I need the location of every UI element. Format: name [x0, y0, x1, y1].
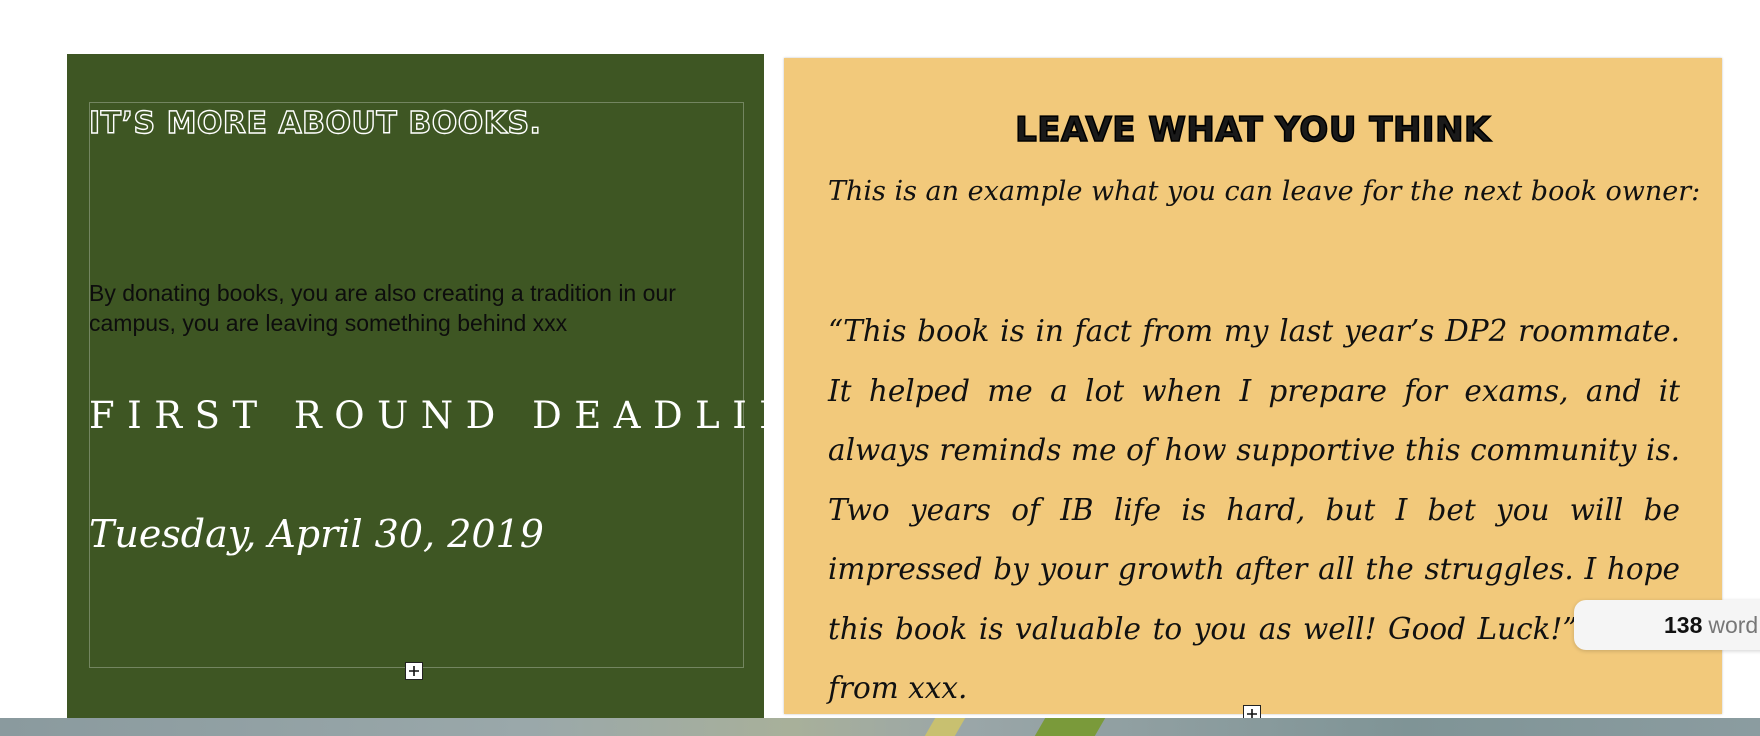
deadline-label[interactable]: FIRST ROUND DEADLINE: [89, 394, 869, 437]
left-heading[interactable]: IT’S MORE ABOUT BOOKS. [88, 105, 541, 141]
wallpaper-shape [924, 718, 966, 736]
word-count-number: 138 [1664, 611, 1703, 638]
wallpaper-shape [1034, 718, 1106, 736]
word-count-label: word [1708, 611, 1759, 638]
desktop-wallpaper-strip [0, 718, 1760, 736]
plus-square-icon[interactable] [405, 662, 423, 680]
text-box-frame[interactable] [89, 102, 744, 668]
example-quote[interactable]: “This book is in fact from my last year’… [828, 302, 1680, 719]
left-body-text[interactable]: By donating books, you are also creating… [89, 278, 739, 338]
word-count-badge[interactable]: 138 word [1574, 600, 1760, 650]
right-intro-text[interactable]: This is an example what you can leave fo… [828, 176, 1700, 207]
green-section: IT’S MORE ABOUT BOOKS. By donating books… [67, 54, 856, 720]
right-heading[interactable]: LEAVE WHAT YOU THINK [784, 109, 1722, 151]
deadline-date[interactable]: Tuesday, April 30, 2019 [89, 512, 544, 556]
